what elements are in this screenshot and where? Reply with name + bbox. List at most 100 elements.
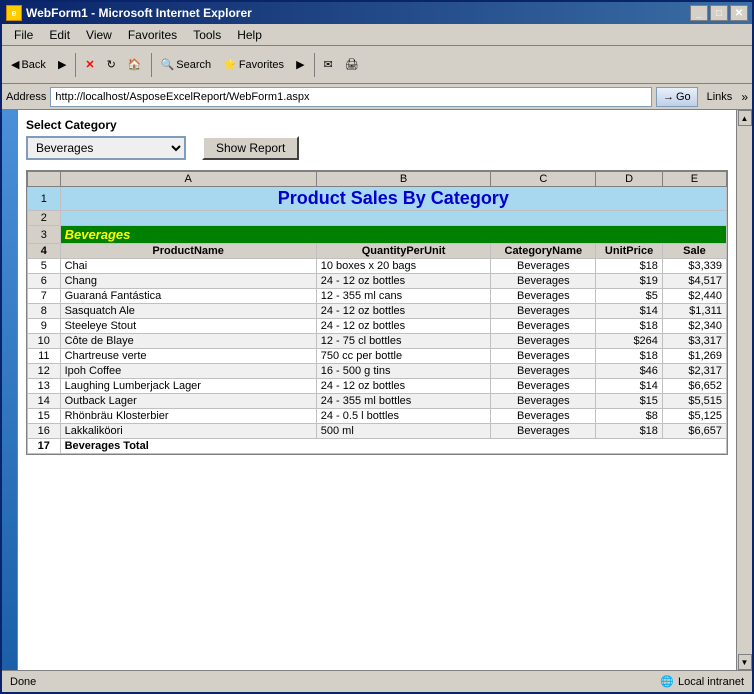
toolbar-separator-1 <box>75 53 76 77</box>
table-row: 7 Guaraná Fantástica 12 - 355 ml cans Be… <box>28 289 727 304</box>
row-num-7: 7 <box>28 289 61 304</box>
toolbar: ◀ Back ▶ ✕ ↻ 🏠 🔍 Search ⭐ Favorites ▶ <box>2 46 752 84</box>
refresh-icon: ↻ <box>107 58 116 71</box>
table-row: 10 Côte de Blaye 12 - 75 cl bottles Beve… <box>28 334 727 349</box>
status-bar: Done 🌐 Local intranet <box>2 670 752 692</box>
cell-price: $18 <box>596 259 663 274</box>
menu-tools[interactable]: Tools <box>185 26 229 44</box>
row-num-2: 2 <box>28 211 61 226</box>
cell-product: Ipoh Coffee <box>60 364 316 379</box>
cell-sale: $4,517 <box>662 274 726 289</box>
cell-qty: 24 - 12 oz bottles <box>316 304 491 319</box>
cell-cat: Beverages <box>491 424 596 439</box>
zone-label: Local intranet <box>678 676 744 688</box>
cell-sale: $2,440 <box>662 289 726 304</box>
row-num-15: 15 <box>28 409 61 424</box>
row-num-6: 6 <box>28 274 61 289</box>
links-button[interactable]: Links <box>702 89 738 105</box>
refresh-button[interactable]: ↻ <box>102 50 121 80</box>
menu-help[interactable]: Help <box>229 26 270 44</box>
vertical-scrollbar[interactable]: ▲ ▼ <box>736 110 752 670</box>
show-report-button[interactable]: Show Report <box>202 136 299 160</box>
table-row: 14 Outback Lager 24 - 355 ml bottles Bev… <box>28 394 727 409</box>
minimize-button[interactable]: _ <box>690 5 708 21</box>
go-button[interactable]: → Go <box>656 87 698 107</box>
menu-favorites[interactable]: Favorites <box>120 26 185 44</box>
cell-sale: $6,657 <box>662 424 726 439</box>
cell-cat: Beverages <box>491 274 596 289</box>
header-cat: CategoryName <box>491 244 596 259</box>
cell-sale: $1,311 <box>662 304 726 319</box>
row-num-13: 13 <box>28 379 61 394</box>
header-product: ProductName <box>60 244 316 259</box>
media-button[interactable]: ▶ <box>291 50 309 80</box>
scroll-down-button[interactable]: ▼ <box>738 654 752 670</box>
cell-price: $19 <box>596 274 663 289</box>
favorites-button[interactable]: ⭐ Favorites <box>218 50 289 80</box>
row-num-14: 14 <box>28 394 61 409</box>
row-num-8: 8 <box>28 304 61 319</box>
maximize-button[interactable]: □ <box>710 5 728 21</box>
cell-sale: $5,125 <box>662 409 726 424</box>
header-sale: Sale <box>662 244 726 259</box>
cell-sale: $2,317 <box>662 364 726 379</box>
row-2-cell <box>60 211 726 226</box>
window-title: WebForm1 - Microsoft Internet Explorer <box>26 6 252 20</box>
table-row: 6 Chang 24 - 12 oz bottles Beverages $19… <box>28 274 727 289</box>
table-row: 5 Chai 10 boxes x 20 bags Beverages $18 … <box>28 259 727 274</box>
cell-sale: $2,340 <box>662 319 726 334</box>
cell-product: Chartreuse verte <box>60 349 316 364</box>
cell-qty: 24 - 0.5 l bottles <box>316 409 491 424</box>
cell-cat: Beverages <box>491 394 596 409</box>
cell-qty: 24 - 12 oz bottles <box>316 274 491 289</box>
print-button[interactable]: 🖨 <box>340 50 364 80</box>
cell-cat: Beverages <box>491 334 596 349</box>
cell-cat: Beverages <box>491 319 596 334</box>
cell-product: Chai <box>60 259 316 274</box>
row-num-1: 1 <box>28 187 61 211</box>
menu-file[interactable]: File <box>6 26 41 44</box>
menu-edit[interactable]: Edit <box>41 26 78 44</box>
status-right: 🌐 Local intranet <box>660 675 744 688</box>
close-button[interactable]: ✕ <box>730 5 748 21</box>
menu-view[interactable]: View <box>78 26 120 44</box>
cell-cat: Beverages <box>491 259 596 274</box>
main-content: Select Category Beverages Condiments Con… <box>18 110 736 670</box>
cell-qty: 10 boxes x 20 bags <box>316 259 491 274</box>
cell-sale: $1,269 <box>662 349 726 364</box>
row-num-11: 11 <box>28 349 61 364</box>
header-price: UnitPrice <box>596 244 663 259</box>
mail-button[interactable]: ✉ <box>319 50 338 80</box>
address-bar: Address → Go Links » <box>2 84 752 110</box>
forward-button[interactable]: ▶ <box>53 50 71 80</box>
go-arrow-icon: → <box>663 91 674 103</box>
back-button[interactable]: ◀ Back <box>6 50 51 80</box>
row-num-5: 5 <box>28 259 61 274</box>
scroll-up-button[interactable]: ▲ <box>738 110 752 126</box>
cell-price: $15 <box>596 394 663 409</box>
row-2: 2 <box>28 211 727 226</box>
status-text: Done <box>10 676 36 688</box>
stop-button[interactable]: ✕ <box>80 50 99 80</box>
header-qty: QuantityPerUnit <box>316 244 491 259</box>
cell-product: Lakkaliköori <box>60 424 316 439</box>
media-icon: ▶ <box>296 58 304 71</box>
row-num-17: 17 <box>28 439 61 454</box>
table-row: 9 Steeleye Stout 24 - 12 oz bottles Beve… <box>28 319 727 334</box>
search-button[interactable]: 🔍 Search <box>156 50 217 80</box>
address-input[interactable] <box>50 87 652 107</box>
print-icon: 🖨 <box>345 58 359 71</box>
home-button[interactable]: 🏠 <box>123 50 147 80</box>
cell-sale: $5,515 <box>662 394 726 409</box>
controls-area: Select Category Beverages Condiments Con… <box>26 118 728 160</box>
cell-sale: $3,339 <box>662 259 726 274</box>
forward-icon: ▶ <box>58 58 66 71</box>
cell-qty: 24 - 355 ml bottles <box>316 394 491 409</box>
category-dropdown[interactable]: Beverages Condiments Confections Dairy P… <box>26 136 186 160</box>
col-header-e: E <box>662 172 726 187</box>
row-num-9: 9 <box>28 319 61 334</box>
cell-price: $18 <box>596 319 663 334</box>
mail-icon: ✉ <box>324 58 333 71</box>
table-row: 11 Chartreuse verte 750 cc per bottle Be… <box>28 349 727 364</box>
cell-product: Rhönbräu Klosterbier <box>60 409 316 424</box>
